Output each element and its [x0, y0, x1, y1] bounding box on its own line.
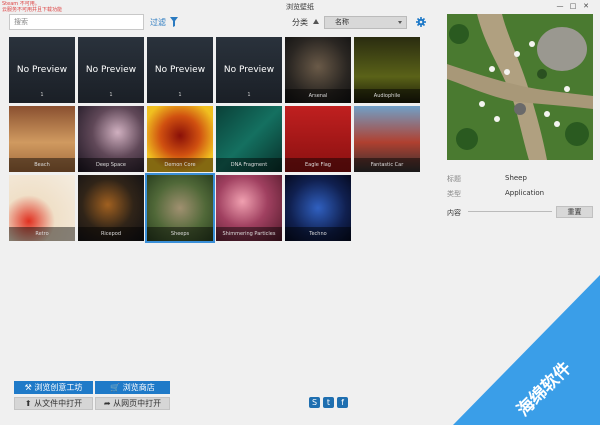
open-from-file-label: 从文件中打开: [34, 399, 83, 408]
reset-button[interactable]: 重置: [556, 206, 593, 218]
wallpaper-tile[interactable]: Ricepod: [78, 175, 144, 241]
close-icon[interactable]: ✕: [581, 2, 591, 11]
wallpaper-tile[interactable]: Demon Core: [147, 106, 213, 172]
steam-warning-line-2: 云服务不可用并且下载功能: [2, 7, 63, 13]
tile-label: Sheeps: [147, 227, 213, 241]
wallpaper-tile[interactable]: Retro: [9, 175, 75, 241]
tile-label: Retro: [9, 227, 75, 241]
tile-label: 1: [109, 92, 113, 98]
wallpaper-tile[interactable]: No Preview 1: [78, 37, 144, 103]
upload-icon: ⬆: [24, 399, 32, 408]
browse-store-label: 浏览商店: [122, 383, 155, 392]
tile-label: Demon Core: [147, 158, 213, 172]
open-from-web-button[interactable]: ➦ 从网页中打开: [95, 397, 170, 410]
search-input[interactable]: 搜索: [9, 14, 144, 30]
facebook-icon[interactable]: f: [337, 397, 348, 408]
wallpaper-tile[interactable]: DNA Fragment: [216, 106, 282, 172]
tile-label: Eagle Flag: [285, 158, 351, 172]
tile-label: Ricepod: [78, 227, 144, 241]
tile-label: Deep Space: [78, 158, 144, 172]
sort-select[interactable]: 名称: [324, 16, 407, 29]
browse-workshop-label: 浏览创意工坊: [34, 383, 83, 392]
open-from-web-label: 从网页中打开: [113, 399, 162, 408]
minimize-icon[interactable]: —: [555, 2, 565, 11]
cart-icon: 🛒: [110, 383, 121, 392]
watermark-logo: 海绵软件: [453, 275, 600, 425]
tile-label: Fantastic Car: [354, 158, 420, 172]
no-preview-text: No Preview: [223, 65, 275, 75]
wallpaper-tile[interactable]: Arsenal: [285, 37, 351, 103]
title-value: Sheep: [505, 174, 527, 182]
wallpaper-tile[interactable]: No Preview 1: [147, 37, 213, 103]
wallpaper-tile[interactable]: Beach: [9, 106, 75, 172]
preview-image: [447, 14, 593, 160]
tile-label: DNA Fragment: [216, 158, 282, 172]
wallpaper-tile[interactable]: No Preview 1: [216, 37, 282, 103]
twitter-icon[interactable]: t: [323, 397, 334, 408]
tile-label: 1: [40, 92, 44, 98]
wallpaper-tile[interactable]: Techno: [285, 175, 351, 241]
browse-workshop-button[interactable]: ⚒ 浏览创意工坊: [14, 381, 93, 394]
sort-direction-icon[interactable]: [313, 19, 319, 24]
funnel-icon[interactable]: [170, 17, 178, 27]
tile-label: Audiophile: [354, 89, 420, 103]
no-preview-text: No Preview: [85, 65, 137, 75]
wallpaper-tile[interactable]: Shimmering Particles: [216, 175, 282, 241]
sort-select-value: 名称: [335, 18, 349, 26]
maximize-icon[interactable]: □: [568, 2, 578, 11]
tile-label: Techno: [285, 227, 351, 241]
sort-label: 分类: [292, 18, 308, 27]
wallpaper-tile[interactable]: Fantastic Car: [354, 106, 420, 172]
content-slider[interactable]: [468, 211, 552, 212]
title-key: 标题: [447, 175, 461, 183]
chevron-down-icon: [398, 21, 402, 24]
share-arrow-icon: ➦: [103, 399, 111, 408]
title-bar: 浏览壁纸 Steam 不可用。 云服务不可用并且下载功能 — □ ✕: [0, 0, 600, 14]
wallpaper-tile[interactable]: No Preview 1: [9, 37, 75, 103]
no-preview-text: No Preview: [16, 65, 68, 75]
wallpaper-tile[interactable]: Audiophile: [354, 37, 420, 103]
wallpaper-tile[interactable]: Deep Space: [78, 106, 144, 172]
tile-label: Beach: [9, 158, 75, 172]
tile-label: 1: [178, 92, 182, 98]
type-value: Application: [505, 189, 545, 197]
browse-store-button[interactable]: 🛒 浏览商店: [95, 381, 170, 394]
content-key: 内容: [447, 209, 461, 217]
tile-label: Shimmering Particles: [216, 227, 282, 241]
wallpaper-tile-selected[interactable]: Sheeps: [145, 173, 215, 243]
tile-label: 1: [247, 92, 251, 98]
gear-icon[interactable]: [416, 17, 426, 27]
search-placeholder: 搜索: [14, 18, 28, 26]
filter-link[interactable]: 过滤: [150, 17, 166, 28]
steam-warning: Steam 不可用。 云服务不可用并且下载功能: [2, 1, 62, 13]
open-from-file-button[interactable]: ⬆ 从文件中打开: [14, 397, 93, 410]
steam-icon[interactable]: S: [309, 397, 320, 408]
tile-label: Arsenal: [285, 89, 351, 103]
no-preview-text: No Preview: [154, 65, 206, 75]
window-title: 浏览壁纸: [286, 3, 314, 11]
type-key: 类型: [447, 190, 461, 198]
wrench-icon: ⚒: [24, 383, 32, 392]
wallpaper-tile[interactable]: Eagle Flag: [285, 106, 351, 172]
